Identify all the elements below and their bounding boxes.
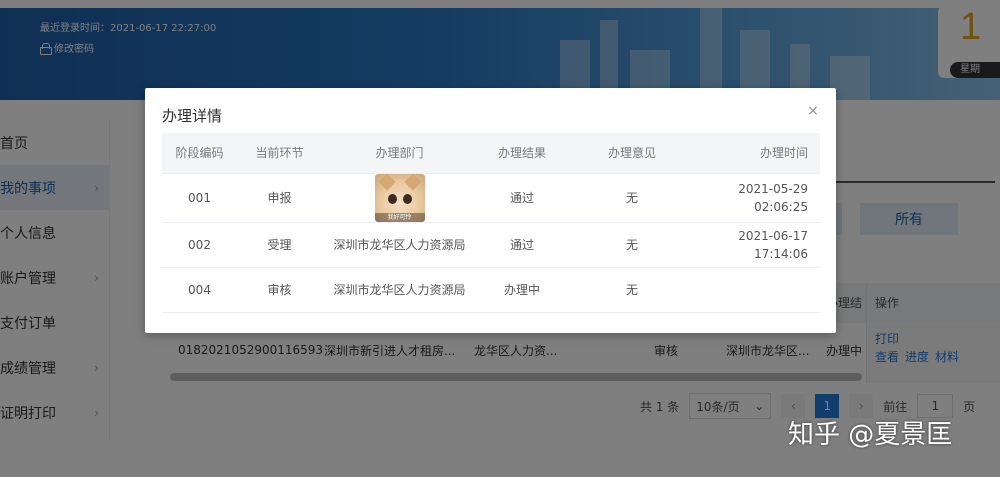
cat-ear	[378, 173, 395, 190]
detail-table: 阶段编码 当前环节 办理部门 办理结果 办理意见 办理时间 001 申报 我好可…	[162, 133, 820, 313]
time-clock: 17:14:06	[754, 246, 808, 261]
time-date: 2021-05-29	[738, 181, 808, 196]
column-header-current-step: 当前环节	[237, 133, 322, 174]
column-header-stage-code: 阶段编码	[162, 133, 237, 174]
cell-result: 通过	[477, 173, 567, 223]
column-header-department: 办理部门	[322, 133, 477, 174]
cat-eye	[402, 193, 412, 204]
cell-result: 通过	[477, 222, 567, 268]
cell-stage-code: 001	[162, 173, 237, 223]
cell-time	[697, 267, 820, 313]
watermark: 知乎 @夏景匡	[788, 420, 953, 450]
cell-opinion: 无	[567, 267, 697, 313]
dialog-title: 办理详情	[162, 107, 223, 125]
cell-time: 2021-06-17 17:14:06	[697, 222, 820, 268]
cell-opinion: 无	[567, 173, 697, 223]
table-row: 004 审核 深圳市龙华区人力资源局 办理中 无	[162, 267, 820, 313]
image-caption: 我好可怜	[374, 212, 425, 222]
cell-result: 办理中	[477, 267, 567, 313]
time-date: 2021-06-17	[738, 228, 808, 243]
table-header-row: 阶段编码 当前环节 办理部门 办理结果 办理意见 办理时间	[162, 133, 820, 174]
detail-dialog: 办理详情 × 阶段编码 当前环节 办理部门 办理结果 办理意见 办理时间 001…	[145, 88, 836, 333]
cat-meme-image: 我好可怜	[374, 173, 425, 222]
cell-current-step: 受理	[237, 222, 322, 268]
column-header-opinion: 办理意见	[567, 133, 697, 174]
cat-eye	[387, 193, 397, 204]
table-row: 002 受理 深圳市龙华区人力资源局 通过 无 2021-06-17 17:14…	[162, 222, 820, 268]
cell-department: 深圳市龙华区人力资源局	[322, 267, 477, 313]
cat-ear	[404, 173, 421, 190]
cell-opinion: 无	[567, 222, 697, 268]
time-clock: 02:06:25	[754, 199, 808, 214]
column-header-time: 办理时间	[697, 133, 820, 174]
cell-department: 我好可怜	[322, 173, 477, 223]
cell-time: 2021-05-29 02:06:25	[697, 173, 820, 223]
table-row: 001 申报 我好可怜 通过 无 2021-05-29 02:06:25	[162, 173, 820, 223]
cell-stage-code: 002	[162, 222, 237, 268]
cell-current-step: 审核	[237, 267, 322, 313]
column-header-result: 办理结果	[477, 133, 567, 174]
close-icon[interactable]: ×	[806, 104, 820, 118]
cell-stage-code: 004	[162, 267, 237, 313]
cell-current-step: 申报	[237, 173, 322, 223]
cell-department: 深圳市龙华区人力资源局	[322, 222, 477, 268]
